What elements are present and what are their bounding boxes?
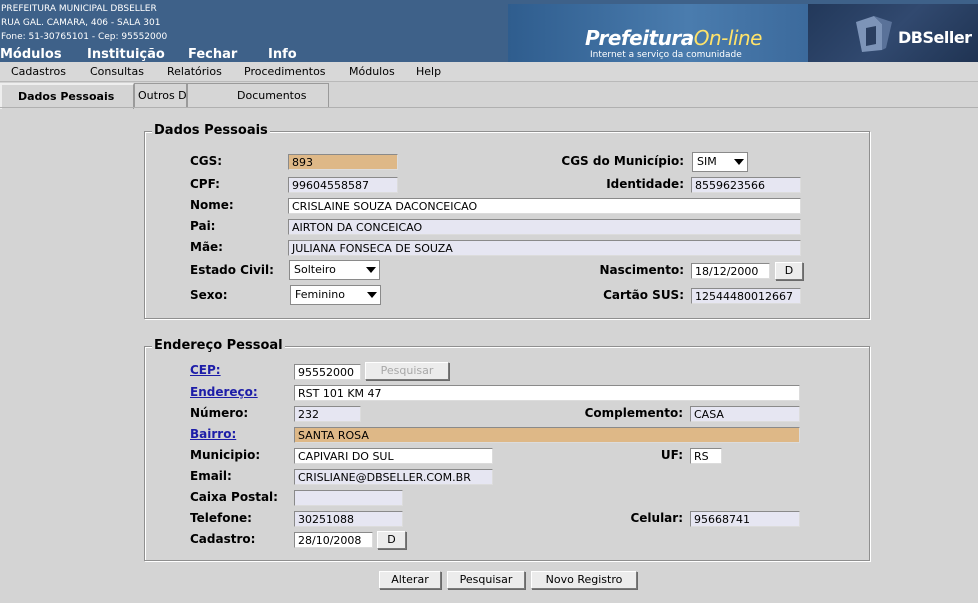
sexo-value: Feminino [295, 288, 345, 301]
tab-outros-dados[interactable]: Outros Dados [134, 83, 187, 107]
cgs-municipio-select[interactable]: SIM [692, 152, 748, 172]
menu-instituicao[interactable]: Instituição [87, 47, 165, 62]
cadastro-label: Cadastro: [190, 532, 256, 546]
numero-label: Número: [190, 406, 249, 420]
uf-label: UF: [660, 448, 683, 462]
cgs-label: CGS: [190, 154, 223, 168]
email-field[interactable]: CRISLIANE@DBSELLER.COM.BR [294, 469, 493, 485]
menu-bar: Cadastros Consultas Relatórios Procedime… [0, 62, 978, 82]
chevron-down-icon [734, 159, 744, 165]
alterar-button[interactable]: Alterar [379, 571, 441, 589]
cgs-field[interactable]: 893 [288, 154, 398, 170]
dbseller-logo-icon [856, 16, 892, 52]
menu-relatorios[interactable]: Relatórios [167, 65, 222, 78]
telefone-field[interactable]: 30251088 [294, 511, 403, 527]
banner-subtitle: Internet a serviço da comunidade [590, 50, 742, 60]
org-name: PREFEITURA MUNICIPAL DBSELLER [1, 4, 157, 14]
chevron-down-icon [366, 267, 376, 273]
tab-bar: Dados Pessoais Outros Dados Documentos [0, 82, 978, 109]
menu-cadastros[interactable]: Cadastros [11, 65, 66, 78]
nome-label: Nome: [190, 198, 234, 212]
menu-modulos[interactable]: Módulos [0, 47, 62, 62]
prefeitura-online-banner: PrefeituraOn-line Internet a serviço da … [508, 4, 808, 62]
pai-label: Pai: [190, 219, 216, 233]
banner-title-a: Prefeitura [585, 26, 694, 50]
identidade-field[interactable]: 8559623566 [691, 177, 801, 193]
dbseller-logo: DBSeller [808, 4, 978, 62]
banner-title: PrefeituraOn-line [585, 26, 762, 50]
celular-label: Celular: [630, 511, 683, 525]
menu-modulos-bar[interactable]: Módulos [349, 65, 395, 78]
nascimento-date-button[interactable]: D [775, 262, 803, 280]
app-header: PREFEITURA MUNICIPAL DBSELLER RUA GAL. C… [0, 0, 978, 62]
estado-civil-label: Estado Civil: [190, 263, 274, 277]
menu-help[interactable]: Help [416, 65, 441, 78]
banner-title-b: On-line [693, 26, 763, 50]
cadastro-date-button[interactable]: D [377, 531, 406, 549]
identidade-label: Identidade: [606, 177, 684, 191]
nome-field[interactable]: CRISLAINE SOUZA DACONCEICAO [288, 198, 801, 214]
dados-pessoais-legend: Dados Pessoais [152, 123, 270, 138]
novo-registro-button[interactable]: Novo Registro [531, 571, 637, 589]
sexo-select[interactable]: Feminino [290, 285, 381, 305]
cartao-sus-field[interactable]: 12544480012667 [691, 288, 801, 304]
tab-documentos[interactable]: Documentos [187, 83, 329, 107]
estado-civil-select[interactable]: Solteiro [289, 260, 380, 280]
menu-procedimentos[interactable]: Procedimentos [244, 65, 326, 78]
nascimento-label: Nascimento: [599, 263, 684, 277]
cgs-municipio-label: CGS do Município: [561, 154, 684, 168]
nascimento-field[interactable]: 18/12/2000 [691, 263, 770, 279]
numero-field[interactable]: 232 [294, 406, 361, 422]
cgs-municipio-value: SIM [697, 155, 717, 168]
cep-link[interactable]: CEP: [190, 363, 221, 377]
pesquisar-cep-button[interactable]: Pesquisar [365, 362, 449, 380]
tab-divider [0, 107, 978, 108]
bairro-field[interactable]: SANTA ROSA [294, 427, 800, 443]
logo-text: DBSeller [898, 28, 972, 47]
pesquisar-button[interactable]: Pesquisar [447, 571, 525, 589]
mae-field[interactable]: JULIANA FONSECA DE SOUZA [288, 240, 801, 256]
celular-field[interactable]: 95668741 [690, 511, 800, 527]
cartao-sus-label: Cartão SUS: [603, 288, 684, 302]
org-info: PREFEITURA MUNICIPAL DBSELLER RUA GAL. C… [1, 2, 167, 44]
pai-field[interactable]: AIRTON DA CONCEICAO [288, 219, 801, 235]
caixa-postal-field[interactable] [294, 490, 403, 506]
cadastro-field[interactable]: 28/10/2008 [294, 532, 373, 548]
mae-label: Mãe: [190, 240, 223, 254]
cep-field[interactable]: 95552000 [294, 364, 361, 380]
municipio-label: Municipio: [190, 448, 261, 462]
tab-dados-pessoais[interactable]: Dados Pessoais [0, 83, 134, 109]
uf-field[interactable]: RS [690, 448, 722, 464]
chevron-down-icon [367, 292, 377, 298]
endereco-field[interactable]: RST 101 KM 47 [294, 385, 800, 401]
cpf-label: CPF: [190, 177, 220, 191]
estado-civil-value: Solteiro [294, 263, 336, 276]
bairro-link[interactable]: Bairro: [190, 427, 236, 441]
telefone-label: Telefone: [190, 511, 252, 525]
complemento-field[interactable]: CASA [690, 406, 800, 422]
org-address: RUA GAL. CAMARA, 406 - SALA 301 [1, 18, 161, 28]
menu-fechar[interactable]: Fechar [188, 47, 237, 62]
caixa-postal-label: Caixa Postal: [190, 490, 278, 504]
menu-consultas[interactable]: Consultas [90, 65, 144, 78]
municipio-field[interactable]: CAPIVARI DO SUL [294, 448, 493, 464]
complemento-label: Complemento: [584, 406, 683, 420]
cpf-field[interactable]: 99604558587 [288, 177, 398, 193]
org-contact: Fone: 51-30765101 - Cep: 95552000 [1, 32, 168, 42]
menu-info[interactable]: Info [268, 47, 297, 62]
endereco-legend: Endereço Pessoal [152, 338, 285, 353]
endereco-link[interactable]: Endereço: [190, 385, 258, 399]
email-label: Email: [190, 469, 232, 483]
sexo-label: Sexo: [190, 288, 228, 302]
